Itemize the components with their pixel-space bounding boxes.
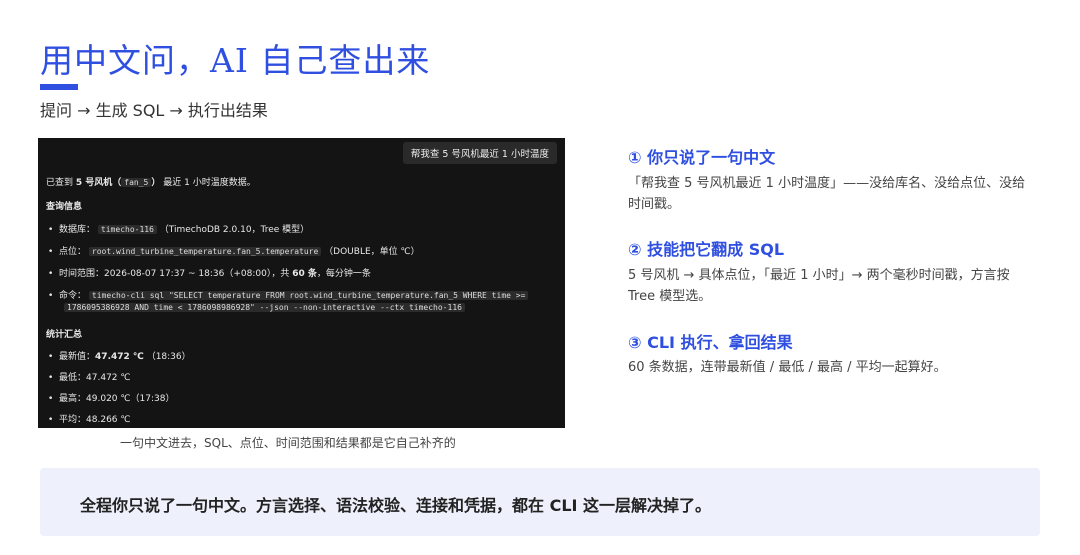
- db-row: • 数据库： timecho-116 （TimechoDB 2.0.10，Tre…: [48, 225, 310, 235]
- cmd-row: • 命令： timecho-cli sql "SELECT temperatur…: [48, 288, 529, 301]
- summary-box: 全程你只说了一句中文。方言选择、语法校验、连接和凭据，都在 CLI 这一层解决掉…: [40, 468, 1040, 536]
- user-prompt-bubble: 帮我查 5 号风机最近 1 小时温度: [402, 142, 557, 164]
- point-1-desc: 「帮我查 5 号风机最近 1 小时温度」——没给库名、没给点位、没给时间戳。: [628, 176, 1026, 212]
- terminal-screenshot: 帮我查 5 号风机最近 1 小时温度 已查到 5 号风机（ fan_5） 最近 1…: [38, 138, 565, 428]
- point-2-title: ② 技能把它翻成 SQL: [628, 240, 785, 259]
- avg-row: • 平均：48.266 ℃: [48, 415, 131, 425]
- page-subtitle: 提问 → 生成 SQL → 执行出结果: [40, 101, 268, 120]
- cmd-row-cont: 1786095386928 AND time < 1786098986928" …: [64, 303, 465, 313]
- max-row: • 最高：49.020 ℃（17:38）: [48, 394, 175, 404]
- summary-text: 全程你只说了一句中文。方言选择、语法校验、连接和凭据，都在 CLI 这一层解决掉…: [80, 496, 712, 515]
- title-accent-bar: [40, 84, 78, 90]
- point-3-desc: 60 条数据，连带最新值 / 最低 / 最高 / 平均一起算好。: [628, 360, 947, 375]
- point-row: • 点位： root.wind_turbine_temperature.fan_…: [48, 247, 420, 257]
- page-title: 用中文问，AI 自己查出来: [40, 41, 431, 80]
- point-2-desc: 5 号风机 → 具体点位，「最近 1 小时」→ 两个毫秒时间戳，方言按 Tree…: [628, 268, 1010, 304]
- latest-row: • 最新值：47.472 ℃ （18:36）: [48, 352, 191, 362]
- min-row: • 最低：47.472 ℃: [48, 373, 131, 383]
- range-row: • 时间范围：2026-08-07 17:37 ~ 18:36（+08:00），…: [48, 269, 371, 279]
- stats-heading: 统计汇总: [46, 330, 83, 340]
- terminal-caption: 一句中文进去，SQL、点位、时间范围和结果都是它自己补齐的: [120, 436, 456, 450]
- query-heading: 查询信息: [46, 202, 83, 212]
- point-1-title: ① 你只说了一句中文: [628, 148, 776, 167]
- point-3-title: ③ CLI 执行、拿回结果: [628, 333, 793, 352]
- result-intro: 已查到 5 号风机（ fan_5） 最近 1 小时温度数据。: [46, 178, 256, 188]
